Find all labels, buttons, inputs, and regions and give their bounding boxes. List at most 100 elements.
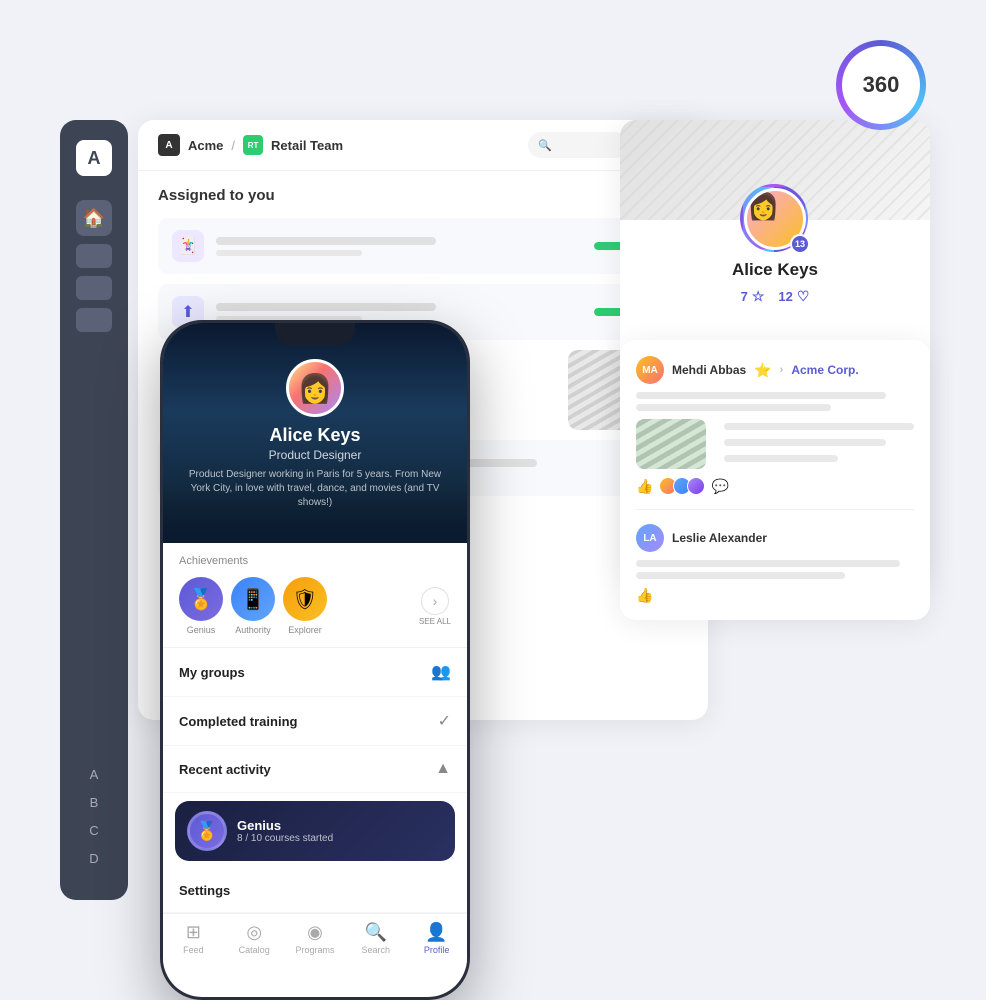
task-row-1[interactable]: 🃏	[158, 218, 688, 274]
achievement-genius[interactable]: 🏅 Genius	[179, 577, 223, 635]
fl1	[724, 423, 914, 430]
profile-badge-count: 13	[790, 234, 810, 254]
nav-search[interactable]: 🔍 Search	[345, 922, 406, 955]
achievements-row: 🏅 Genius 📱 Authority 🛡 Explorer ›	[179, 577, 451, 635]
caret-up-icon: ▲	[435, 760, 451, 778]
sidebar-icon-home[interactable]: 🏠	[76, 200, 112, 236]
app-brand: Acme	[188, 138, 223, 153]
feed-nav-label: Feed	[183, 945, 204, 955]
feed-content-row	[636, 419, 914, 469]
nav-feed[interactable]: ⊞ Feed	[163, 922, 224, 955]
profile-bg: 👩 13	[620, 120, 930, 220]
feed-company-1: Acme Corp.	[791, 363, 858, 377]
feed-line-2a	[636, 560, 900, 567]
profile-nav-icon: 👤	[425, 922, 447, 943]
see-all-arrow-icon: ›	[421, 587, 449, 615]
fl3	[724, 455, 838, 462]
comment-icon[interactable]: 💬	[711, 478, 728, 495]
catalog-nav-label: Catalog	[239, 945, 270, 955]
feed-image-1	[636, 419, 706, 469]
programs-nav-icon: ◉	[307, 922, 323, 943]
task-line-2a	[216, 303, 436, 311]
sidebar-logo[interactable]: A	[76, 140, 112, 176]
search-box[interactable]: 🔍	[528, 132, 628, 158]
phone-wrap: 👩 Alice Keys Product Designer Product De…	[160, 320, 470, 1000]
sidebar-icon-block1	[76, 244, 112, 268]
activity-info: Genius 8 / 10 courses started	[237, 818, 443, 844]
assigned-title: Assigned to you	[158, 187, 688, 204]
explorer-badge: 🛡	[283, 577, 327, 621]
authority-label: Authority	[235, 625, 271, 635]
see-all-button[interactable]: › SEE ALL	[419, 587, 451, 626]
thumbs-up-icon-2[interactable]: 👍	[636, 587, 653, 604]
feed-reactions-2: 👍	[636, 587, 914, 604]
activity-badge-icon: 🏅	[187, 811, 227, 851]
phone-hero: 👩 Alice Keys Product Designer Product De…	[163, 323, 467, 543]
react-av-3	[687, 477, 705, 495]
menu-completed-training[interactable]: Completed training ✓	[163, 697, 467, 746]
phone-user-bio: Product Designer working in Paris for 5 …	[163, 468, 467, 510]
sidebar-letter-c[interactable]: C	[89, 818, 98, 842]
sidebar: A 🏠 A B C D	[60, 120, 128, 900]
feed-item-2: LA Leslie Alexander 👍	[636, 524, 914, 604]
sidebar-icon-block3	[76, 308, 112, 332]
thumbs-up-icon[interactable]: 👍	[636, 478, 653, 495]
search-icon-text: 🔍	[538, 139, 552, 152]
feed-username-1: Mehdi Abbas	[672, 363, 746, 377]
fl2	[724, 439, 886, 446]
achievements-title: Achievements	[179, 555, 451, 567]
profile-stat-2-value: 12	[778, 289, 792, 304]
genius-label: Genius	[187, 625, 216, 635]
feed-badge-1: ⭐	[754, 362, 771, 379]
profile-name: Alice Keys	[640, 260, 910, 280]
settings-label: Settings	[179, 883, 230, 898]
task-line-1b	[216, 250, 362, 256]
my-groups-label: My groups	[179, 665, 245, 680]
see-all-text: SEE ALL	[419, 617, 451, 626]
achievements-section: Achievements 🏅 Genius 📱 Authority 🛡 E	[163, 543, 467, 648]
app-logo: A	[158, 134, 180, 156]
feed-user-row-1: MA Mehdi Abbas ⭐ › Acme Corp.	[636, 356, 914, 384]
sidebar-letter-d[interactable]: D	[89, 846, 98, 870]
profile-stats: 7 ☆ 12 ♡	[640, 288, 910, 305]
task-line-1a	[216, 237, 436, 245]
feed-text-lines	[724, 419, 914, 466]
completed-training-label: Completed training	[179, 714, 297, 729]
feed-line-1a	[636, 392, 886, 399]
feed-reactions-1: 👍 💬	[636, 477, 914, 495]
badge-360: 360	[842, 46, 920, 124]
sidebar-letters: A B C D	[89, 762, 98, 880]
profile-avatar-wrap: 👩 13	[744, 188, 806, 250]
heart-icon: ♡	[797, 288, 810, 305]
feed-image-inner	[636, 419, 706, 469]
feed-username-2: Leslie Alexander	[672, 531, 767, 545]
nav-programs[interactable]: ◉ Programs	[285, 922, 346, 955]
activity-sub: 8 / 10 courses started	[237, 833, 443, 844]
feed-arrow-1: ›	[780, 364, 784, 376]
nav-profile[interactable]: 👤 Profile	[406, 922, 467, 955]
menu-settings[interactable]: Settings	[163, 869, 467, 913]
task-lines-2	[216, 303, 582, 322]
search-nav-icon: 🔍	[365, 922, 387, 943]
sidebar-letter-b[interactable]: B	[90, 790, 99, 814]
sidebar-letter-a[interactable]: A	[90, 762, 99, 786]
feed-line-2b	[636, 572, 845, 579]
menu-my-groups[interactable]: My groups 👥	[163, 648, 467, 697]
reaction-avatars	[659, 477, 705, 495]
menu-recent-activity[interactable]: Recent activity ▲	[163, 746, 467, 793]
phone-avatar: 👩	[286, 359, 344, 417]
explorer-label: Explorer	[288, 625, 322, 635]
feed-avatar-2: LA	[636, 524, 664, 552]
feed-panel: MA Mehdi Abbas ⭐ › Acme Corp.	[620, 340, 930, 620]
groups-icon: 👥	[431, 662, 451, 682]
achievement-authority[interactable]: 📱 Authority	[231, 577, 275, 635]
profile-stat-2: 12 ♡	[778, 288, 809, 305]
achievement-explorer[interactable]: 🛡 Explorer	[283, 577, 327, 635]
team-badge: RT	[243, 135, 263, 155]
star-icon: ☆	[752, 288, 765, 305]
breadcrumb-separator: /	[231, 138, 235, 153]
nav-catalog[interactable]: ◎ Catalog	[224, 922, 285, 955]
programs-nav-label: Programs	[295, 945, 334, 955]
feed-user-row-2: LA Leslie Alexander	[636, 524, 914, 552]
profile-stat-1: 7 ☆	[741, 288, 765, 305]
